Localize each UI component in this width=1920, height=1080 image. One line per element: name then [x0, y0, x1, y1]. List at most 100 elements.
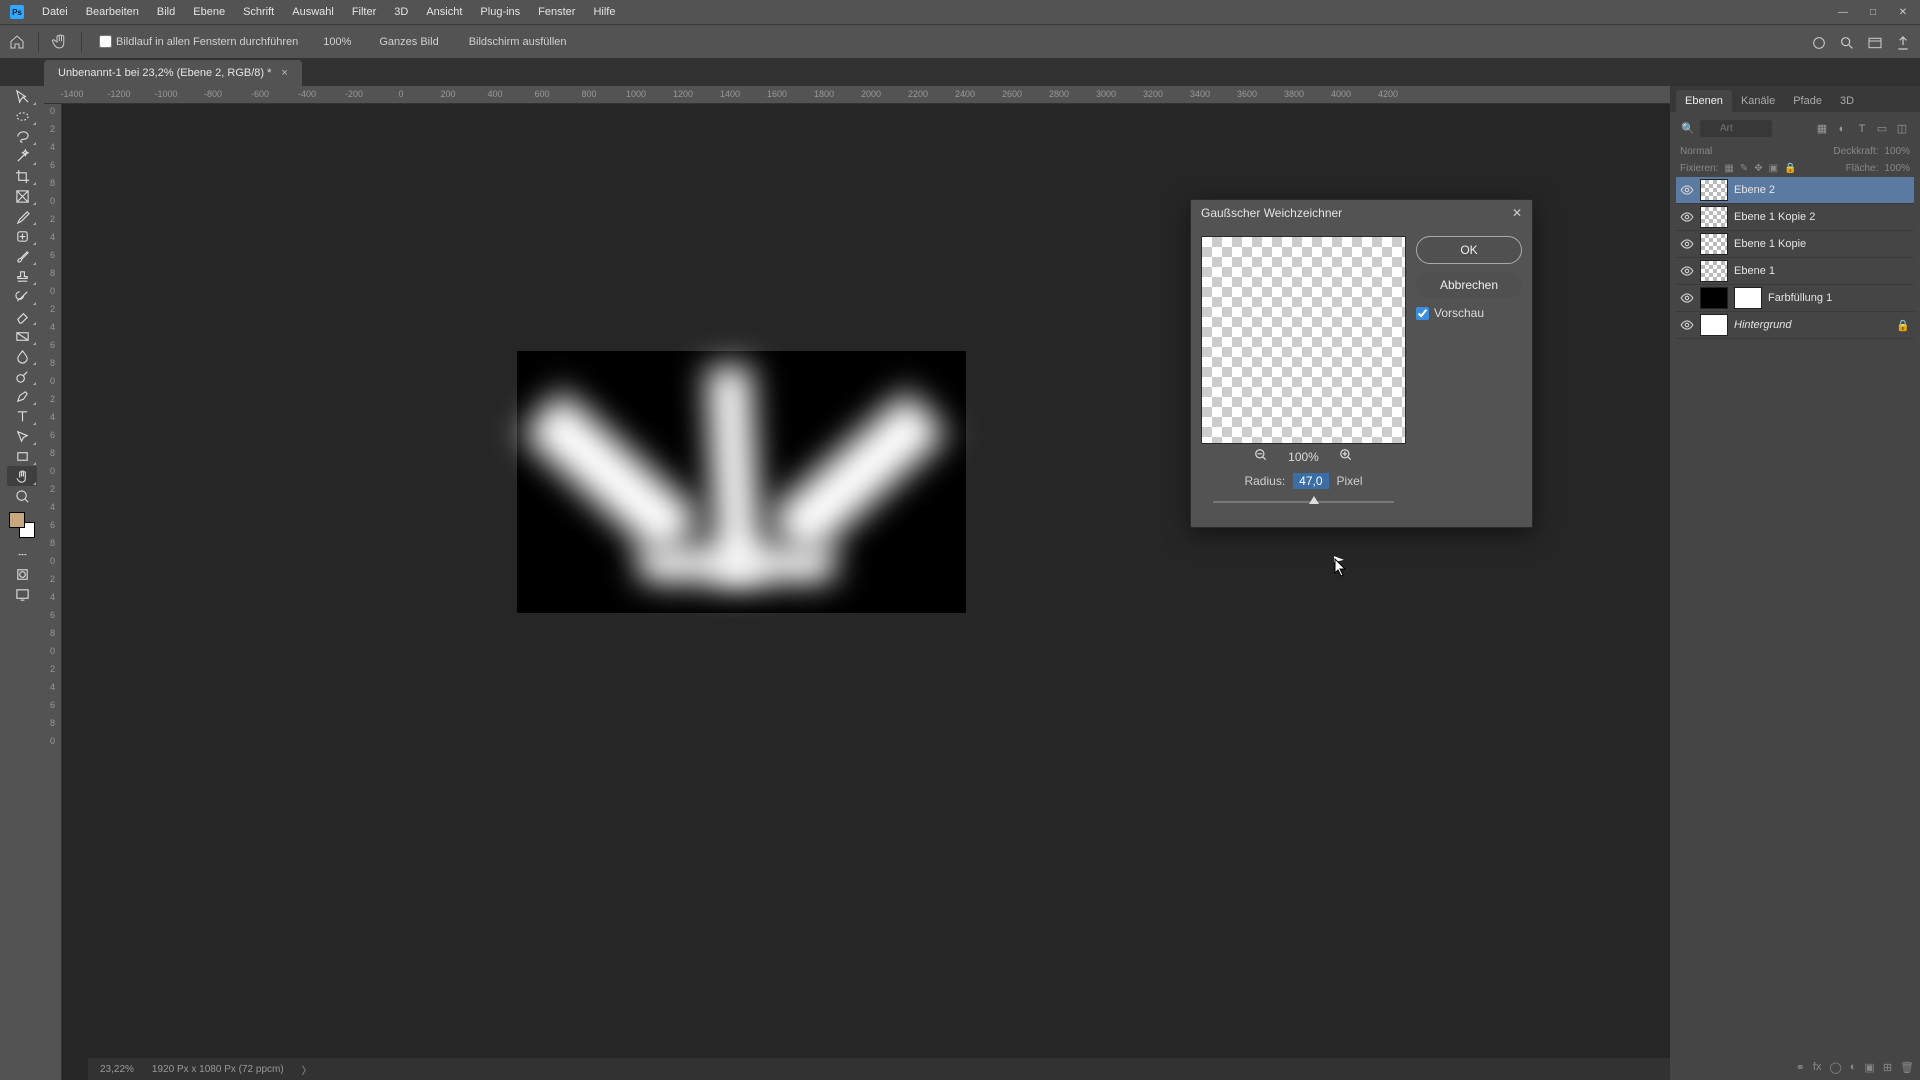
lock-artboard-icon[interactable]: ▣	[1769, 163, 1778, 174]
lock-pos-icon[interactable]: ✥	[1754, 163, 1762, 174]
zoom-value[interactable]: 100%	[315, 34, 359, 50]
home-icon[interactable]	[6, 31, 28, 53]
workspace-icon[interactable]	[1866, 34, 1884, 52]
scroll-all-windows-checkbox[interactable]: Bildlauf in allen Fenstern durchführen	[92, 32, 305, 51]
filter-type-icon[interactable]: T	[1854, 121, 1870, 137]
window-close[interactable]: ✕	[1888, 0, 1918, 24]
group-icon[interactable]: ▣	[1864, 1061, 1874, 1074]
window-max[interactable]: □	[1858, 0, 1888, 24]
tool-move[interactable]	[7, 86, 37, 106]
blend-mode-select[interactable]: Normal	[1680, 146, 1712, 157]
mask-icon[interactable]: ◯	[1829, 1061, 1841, 1074]
visibility-icon[interactable]	[1680, 291, 1694, 305]
link-layers-icon[interactable]: ⚭	[1796, 1061, 1805, 1074]
zoom-in-icon[interactable]	[1339, 448, 1353, 465]
share-icon[interactable]	[1894, 34, 1912, 52]
adjustment-icon[interactable]: ◐	[1850, 1061, 1857, 1074]
tool-eraser[interactable]	[7, 306, 37, 326]
dialog-preview[interactable]	[1201, 236, 1406, 444]
trash-icon[interactable]: 🗑	[1900, 1061, 1914, 1074]
hand-tool-icon[interactable]	[49, 31, 71, 53]
status-zoom[interactable]: 23,22%	[100, 1064, 134, 1075]
visibility-icon[interactable]	[1680, 237, 1694, 251]
filter-image-icon[interactable]: ▦	[1814, 121, 1830, 137]
dialog-close-button[interactable]: ✕	[1512, 206, 1522, 220]
search-icon[interactable]	[1838, 34, 1856, 52]
visibility-icon[interactable]	[1680, 183, 1694, 197]
visibility-icon[interactable]	[1680, 318, 1694, 332]
menu-file[interactable]: Datei	[34, 2, 76, 22]
layer-row[interactable]: Ebene 1 Kopie	[1676, 231, 1914, 258]
tool-type[interactable]	[7, 406, 37, 426]
menu-filter[interactable]: Filter	[344, 2, 384, 22]
tool-pen[interactable]	[7, 386, 37, 406]
fit-whole-button[interactable]: Ganzes Bild	[369, 32, 448, 52]
menu-plugins[interactable]: Plug-ins	[472, 2, 528, 22]
layer-row[interactable]: Farbfüllung 1	[1676, 285, 1914, 312]
filter-shape-icon[interactable]: ▭	[1874, 121, 1890, 137]
menu-type[interactable]: Schrift	[235, 2, 282, 22]
lock-pixels-icon[interactable]: ▦	[1724, 163, 1733, 174]
tool-eyedropper[interactable]	[7, 206, 37, 226]
tab-3d[interactable]: 3D	[1831, 90, 1863, 112]
tool-blur[interactable]	[7, 346, 37, 366]
tool-hand[interactable]	[7, 466, 37, 486]
visibility-icon[interactable]	[1680, 210, 1694, 224]
layer-row[interactable]: Ebene 1	[1676, 258, 1914, 285]
new-layer-icon[interactable]: ⊞	[1883, 1061, 1892, 1074]
lock-all-icon[interactable]: 🔒	[1784, 163, 1796, 174]
menu-image[interactable]: Bild	[149, 2, 183, 22]
zoom-out-icon[interactable]	[1254, 448, 1268, 465]
tool-frame[interactable]	[7, 186, 37, 206]
tool-zoom[interactable]	[7, 486, 37, 506]
tool-dodge[interactable]	[7, 366, 37, 386]
tool-brush[interactable]	[7, 246, 37, 266]
fill-screen-button[interactable]: Bildschirm ausfüllen	[459, 32, 577, 52]
tool-crop[interactable]	[7, 166, 37, 186]
layer-filter-input[interactable]	[1700, 120, 1772, 137]
tool-lasso[interactable]	[7, 126, 37, 146]
radius-slider[interactable]	[1213, 497, 1394, 507]
menu-select[interactable]: Auswahl	[284, 2, 342, 22]
tool-stamp[interactable]	[7, 266, 37, 286]
tool-marquee-ellipse[interactable]	[7, 106, 37, 126]
tab-channels[interactable]: Kanäle	[1732, 90, 1784, 112]
cancel-button[interactable]: Abbrechen	[1416, 272, 1522, 298]
fx-icon[interactable]: fx	[1813, 1061, 1822, 1074]
cloud-icon[interactable]	[1810, 34, 1828, 52]
tool-gradient[interactable]	[7, 326, 37, 346]
tab-layers[interactable]: Ebenen	[1676, 90, 1732, 112]
tool-edit-toolbar[interactable]	[7, 544, 37, 564]
menu-edit[interactable]: Bearbeiten	[78, 2, 147, 22]
tab-paths[interactable]: Pfade	[1784, 90, 1831, 112]
filter-adjust-icon[interactable]: ◐	[1834, 121, 1850, 137]
tool-heal[interactable]	[7, 226, 37, 246]
filter-smart-icon[interactable]: ◫	[1894, 121, 1910, 137]
layer-row[interactable]: Ebene 1 Kopie 2	[1676, 204, 1914, 231]
status-arrow-icon[interactable]: 〉	[302, 1062, 312, 1077]
tool-path-select[interactable]	[7, 426, 37, 446]
menu-help[interactable]: Hilfe	[585, 2, 623, 22]
tool-wand[interactable]	[7, 146, 37, 166]
menu-window[interactable]: Fenster	[530, 2, 583, 22]
ok-button[interactable]: OK	[1416, 236, 1522, 264]
tool-history-brush[interactable]	[7, 286, 37, 306]
preview-checkbox[interactable]: Vorschau	[1416, 306, 1522, 320]
tool-rectangle[interactable]	[7, 446, 37, 466]
opacity-value[interactable]: 100%	[1884, 146, 1910, 157]
tool-screenmode[interactable]	[7, 584, 37, 604]
visibility-icon[interactable]	[1680, 264, 1694, 278]
color-swatches[interactable]	[9, 512, 35, 538]
window-min[interactable]: —	[1828, 0, 1858, 24]
layer-row[interactable]: Ebene 2	[1676, 177, 1914, 204]
fill-value[interactable]: 100%	[1884, 163, 1910, 174]
tool-quickmask[interactable]	[7, 564, 37, 584]
layer-row[interactable]: Hintergrund🔒	[1676, 312, 1914, 339]
menu-view[interactable]: Ansicht	[418, 2, 470, 22]
menu-layer[interactable]: Ebene	[185, 2, 233, 22]
document-canvas[interactable]	[517, 351, 966, 613]
close-icon[interactable]: ×	[281, 67, 287, 79]
document-tab[interactable]: Unbenannt-1 bei 23,2% (Ebene 2, RGB/8) *…	[44, 60, 302, 86]
menu-3d[interactable]: 3D	[386, 2, 416, 22]
radius-input[interactable]: 47,0	[1293, 473, 1328, 489]
